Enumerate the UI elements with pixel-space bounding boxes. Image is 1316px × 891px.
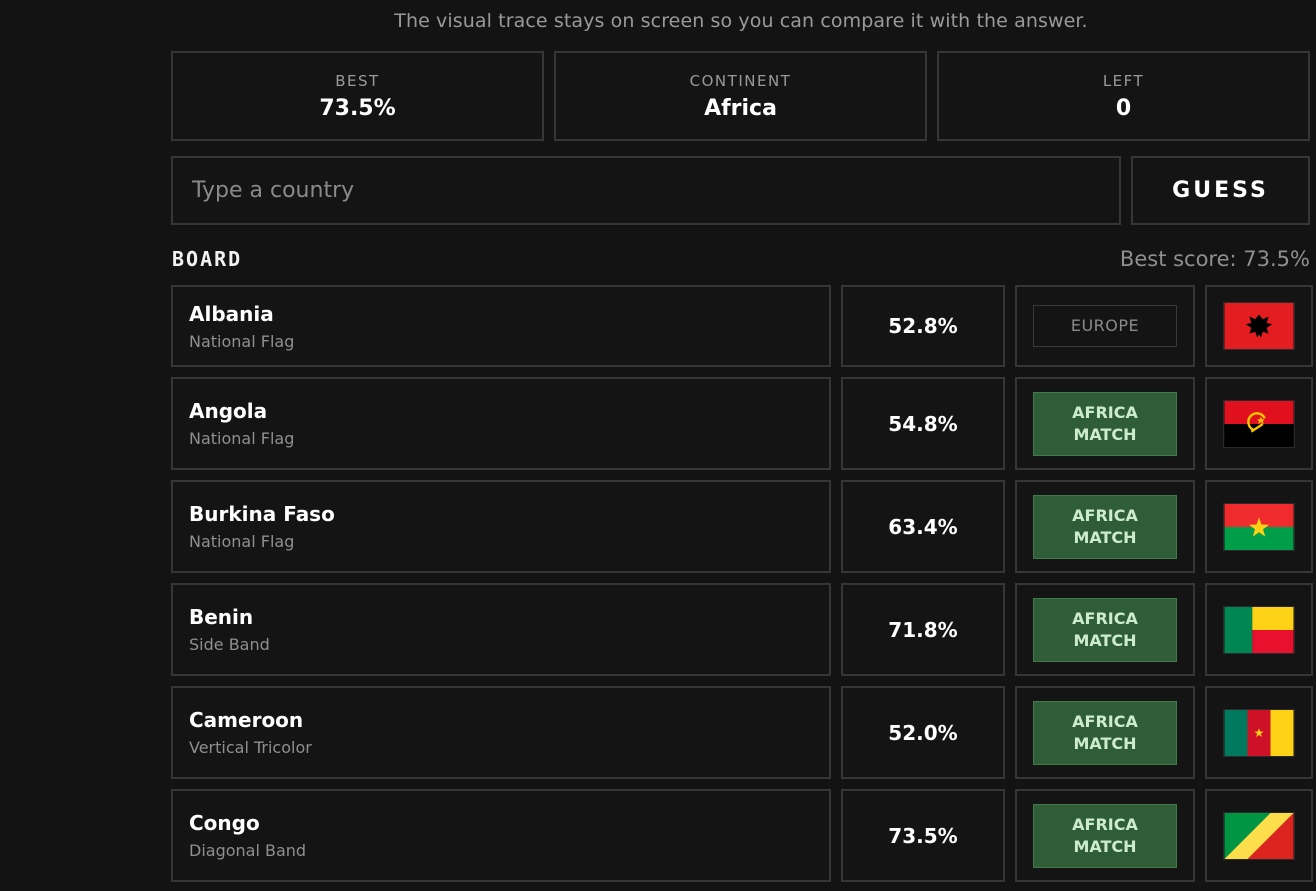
continent-label: EUROPE — [1070, 316, 1140, 335]
continent-badge: AFRICA MATCH — [1033, 700, 1177, 765]
stat-label: LEFT — [1102, 71, 1145, 90]
flag-kind: Side Band — [189, 635, 270, 654]
match-label: MATCH — [1073, 424, 1137, 444]
best-score: Best score: 73.5% — [1119, 247, 1310, 271]
country-name: Albania — [189, 301, 274, 326]
stat-value: 73.5% — [319, 95, 396, 121]
cameroon-flag-icon — [1223, 708, 1295, 757]
continent-badge: AFRICA MATCH — [1033, 803, 1177, 868]
flag-cell — [1205, 583, 1313, 676]
country-cell: Albania National Flag — [171, 285, 831, 367]
continent-cell: AFRICA MATCH — [1015, 789, 1195, 882]
continent-badge: AFRICA MATCH — [1033, 391, 1177, 456]
stat-value: Africa — [704, 95, 777, 121]
flag-kind: Vertical Tricolor — [189, 738, 312, 757]
board-row: Burkina Faso National Flag 63.4% AFRICA … — [171, 480, 1316, 573]
similarity-score: 71.8% — [841, 583, 1005, 676]
continent-label: AFRICA — [1072, 711, 1138, 731]
flag-cell — [1205, 789, 1313, 882]
country-cell: Benin Side Band — [171, 583, 831, 676]
country-cell: Cameroon Vertical Tricolor — [171, 686, 831, 779]
continent-cell: AFRICA MATCH — [1015, 377, 1195, 470]
guess-form: GUESS — [171, 156, 1310, 225]
board-row: Congo Diagonal Band 73.5% AFRICA MATCH — [171, 789, 1316, 882]
match-label: MATCH — [1073, 836, 1137, 856]
flag-cell — [1205, 480, 1313, 573]
continent-cell: AFRICA MATCH — [1015, 583, 1195, 676]
angola-flag-icon — [1223, 399, 1295, 448]
board-list: Albania National Flag 52.8% EUROPE Angol… — [171, 285, 1316, 891]
country-cell: Angola National Flag — [171, 377, 831, 470]
continent-cell: AFRICA MATCH — [1015, 686, 1195, 779]
stats-bar: BEST 73.5% CONTINENT Africa LEFT 0 — [171, 51, 1310, 141]
country-input[interactable] — [171, 156, 1121, 225]
board-row: Benin Side Band 71.8% AFRICA MATCH — [171, 583, 1316, 676]
country-name: Congo — [189, 811, 260, 835]
stat-value: 0 — [1115, 95, 1132, 121]
similarity-score: 52.8% — [841, 285, 1005, 367]
country-name: Benin — [189, 605, 254, 629]
country-name: Angola — [189, 399, 268, 423]
similarity-score: 63.4% — [841, 480, 1005, 573]
burkina-faso-flag-icon — [1223, 502, 1295, 551]
continent-cell: AFRICA MATCH — [1015, 480, 1195, 573]
flag-kind: National Flag — [189, 429, 295, 448]
flag-kind: Diagonal Band — [189, 841, 307, 860]
continent-label: AFRICA — [1072, 608, 1138, 628]
continent-badge: AFRICA MATCH — [1033, 597, 1177, 662]
board-title: BOARD — [172, 247, 243, 271]
country-name: Cameroon — [189, 708, 304, 732]
continent-cell: EUROPE — [1015, 285, 1195, 367]
similarity-score: 52.0% — [841, 686, 1005, 779]
country-cell: Congo Diagonal Band — [171, 789, 831, 882]
continent-badge: EUROPE — [1033, 305, 1177, 347]
match-label: MATCH — [1073, 630, 1137, 650]
stat-label: BEST — [335, 71, 380, 90]
country-name: Burkina Faso — [189, 502, 335, 526]
stat-best: BEST 73.5% — [171, 51, 544, 141]
flag-cell — [1205, 377, 1313, 470]
match-label: MATCH — [1073, 527, 1137, 547]
continent-label: AFRICA — [1072, 402, 1138, 422]
stat-left: LEFT 0 — [937, 51, 1310, 141]
stat-label: CONTINENT — [689, 71, 792, 90]
congo-flag-icon — [1223, 811, 1295, 860]
guess-button[interactable]: GUESS — [1131, 156, 1310, 225]
similarity-score: 54.8% — [841, 377, 1005, 470]
country-cell: Burkina Faso National Flag — [171, 480, 831, 573]
similarity-score: 73.5% — [841, 789, 1005, 882]
benin-flag-icon — [1223, 605, 1295, 654]
flag-kind: National Flag — [189, 331, 295, 351]
flag-cell — [1205, 285, 1313, 367]
match-label: MATCH — [1073, 733, 1137, 753]
board-row: Albania National Flag 52.8% EUROPE — [171, 285, 1316, 367]
continent-badge: AFRICA MATCH — [1033, 494, 1177, 559]
continent-label: AFRICA — [1072, 505, 1138, 525]
continent-label: AFRICA — [1072, 814, 1138, 834]
subtitle: The visual trace stays on screen so you … — [394, 10, 1088, 32]
stat-continent: CONTINENT Africa — [554, 51, 927, 141]
flag-cell — [1205, 686, 1313, 779]
board-row: Angola National Flag 54.8% AFRICA MATCH — [171, 377, 1316, 470]
board-row: Cameroon Vertical Tricolor 52.0% AFRICA … — [171, 686, 1316, 779]
board-header: BOARD Best score: 73.5% — [172, 244, 1310, 274]
flag-kind: National Flag — [189, 532, 295, 551]
albania-flag-icon — [1223, 302, 1295, 350]
